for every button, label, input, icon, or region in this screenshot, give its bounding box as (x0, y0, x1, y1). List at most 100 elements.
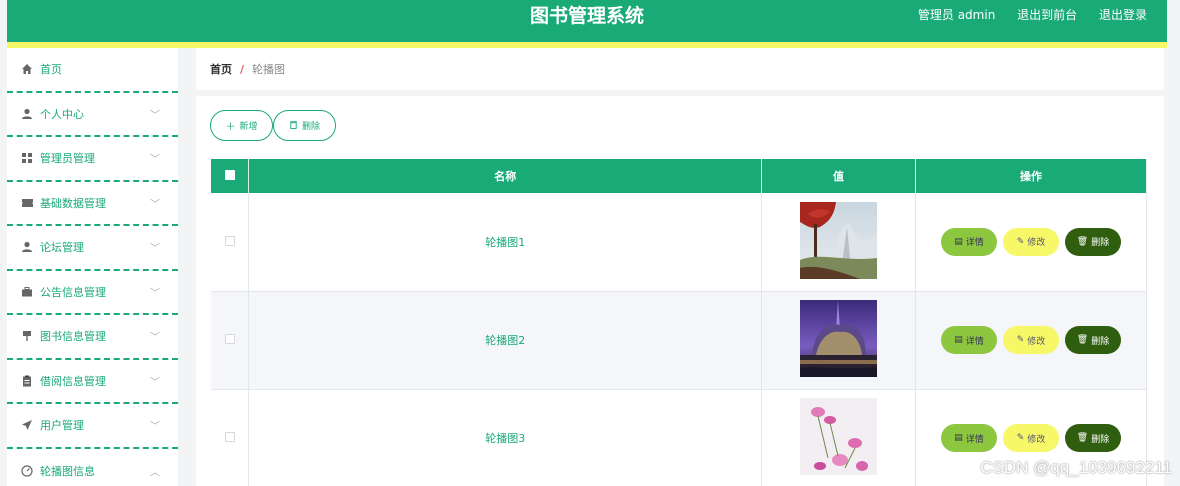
home-icon (20, 62, 34, 76)
row-select-cell (211, 389, 250, 486)
main-content: ＋ 新增 删除 名称 值 操作 轮播图1 ▤ 详情 ✎ 修改 🗑 删除 轮播图2… (196, 96, 1164, 486)
pencil-icon: ✎ (1016, 236, 1025, 247)
edit-button-label: 修改 (1027, 336, 1046, 347)
grid-icon (20, 151, 34, 165)
flag-icon (20, 329, 34, 343)
sidebar-item-borrow-info[interactable]: 借阅信息管理 ﹀ (7, 360, 178, 404)
breadcrumb-separator: / (240, 62, 245, 76)
sidebar-item-label: 图书信息管理 (40, 330, 106, 344)
detail-button-label: 详情 (965, 434, 984, 445)
chevron-down-icon: ﹀ (150, 332, 160, 344)
sidebar-item-label: 公告信息管理 (40, 285, 106, 299)
add-button-label: 新增 (239, 122, 258, 132)
sidebar-item-base-data[interactable]: 基础数据管理 ﹀ (7, 182, 178, 226)
pencil-icon: ✎ (1016, 335, 1025, 345)
name-column-header: 名称 (248, 159, 763, 193)
chevron-down-icon: ﹀ (150, 154, 160, 166)
chevron-down-icon: ﹀ (150, 110, 160, 122)
row-actions: ▤ 详情 ✎ 修改 🗑 删除 (916, 326, 1146, 354)
sidebar-item-label: 论坛管理 (40, 241, 84, 255)
sidebar-item-personal-center[interactable]: 个人中心 ﹀ (7, 93, 178, 137)
trash-icon: 🗑 (1076, 236, 1089, 247)
value-column-header: 值 (761, 159, 917, 193)
detail-button-label: 详情 (965, 238, 984, 249)
pink-flowers-image (800, 398, 878, 475)
sidebar-item-label: 用户管理 (40, 419, 84, 433)
logout-link[interactable]: 退出登录 (1099, 8, 1147, 22)
sidebar-item-label: 轮播图信息 (40, 464, 95, 478)
batch-delete-button[interactable]: 删除 (273, 110, 336, 141)
name-cell: 轮播图3 (248, 389, 763, 486)
breadcrumb: 首页 / 轮播图 (196, 48, 1164, 90)
detail-button-label: 详情 (965, 336, 984, 347)
row-checkbox[interactable] (224, 235, 235, 246)
select-all-cell (211, 159, 250, 193)
edit-button[interactable]: ✎ 修改 (1003, 326, 1059, 354)
sidebar-item-label: 首页 (40, 63, 62, 77)
chevron-down-icon: ﹀ (150, 421, 160, 433)
trash-icon: 🗑 (1076, 433, 1089, 443)
briefcase-icon (20, 285, 34, 299)
breadcrumb-home[interactable]: 首页 (210, 61, 232, 77)
delete-button[interactable]: 🗑 删除 (1065, 227, 1121, 256)
plus-icon: ＋ (225, 122, 236, 133)
value-cell (761, 193, 917, 292)
name-cell: 轮播图1 (248, 193, 763, 292)
chevron-down-icon: ﹀ (150, 377, 160, 389)
delete-button-label: 删除 (1091, 238, 1110, 249)
carousel-table: 名称 值 操作 轮播图1 ▤ 详情 ✎ 修改 🗑 删除 轮播图2 ▤ 详情 ✎ … (211, 159, 1147, 486)
exit-to-front-link[interactable]: 退出到前台 (1017, 8, 1077, 22)
sidebar-item-book-info[interactable]: 图书信息管理 ﹀ (7, 315, 178, 360)
name-cell: 轮播图2 (248, 291, 763, 390)
chevron-up-icon: ︿ (150, 467, 160, 479)
sidebar-item-notice[interactable]: 公告信息管理 ﹀ (7, 271, 178, 315)
breadcrumb-current: 轮播图 (252, 63, 286, 76)
value-cell (761, 291, 917, 390)
edit-button[interactable]: ✎ 修改 (1003, 424, 1059, 452)
doc-icon: ▤ (954, 433, 963, 443)
add-button[interactable]: ＋ 新增 (210, 110, 273, 141)
send-icon (20, 418, 34, 432)
delete-button-label: 删除 (1091, 434, 1110, 445)
actions-column-header: 操作 (915, 159, 1147, 193)
row-checkbox[interactable] (224, 432, 235, 442)
night-building-image (800, 300, 878, 377)
chevron-down-icon: ﹀ (150, 243, 160, 255)
chevron-down-icon: ﹀ (150, 288, 160, 300)
edit-button-label: 修改 (1027, 238, 1046, 249)
red-tree-building-image (800, 201, 878, 279)
sidebar-item-label: 管理员管理 (40, 152, 95, 166)
admin-label[interactable]: 管理员 admin (918, 8, 995, 22)
gauge-icon (20, 464, 34, 478)
delete-button[interactable]: 🗑 删除 (1065, 424, 1121, 452)
delete-button-label: 删除 (1091, 336, 1110, 347)
detail-button[interactable]: ▤ 详情 (941, 424, 997, 452)
edit-button-label: 修改 (1027, 434, 1046, 445)
select-all-checkbox[interactable] (224, 169, 235, 180)
sidebar-item-label: 借阅信息管理 (40, 374, 106, 388)
delete-button[interactable]: 🗑 删除 (1065, 326, 1121, 354)
detail-button[interactable]: ▤ 详情 (941, 326, 997, 354)
sidebar-item-user-management[interactable]: 用户管理 ﹀ (7, 404, 178, 449)
row-select-cell (211, 193, 250, 292)
pencil-icon: ✎ (1016, 433, 1025, 443)
actions-cell: ▤ 详情 ✎ 修改 🗑 删除 (915, 193, 1147, 292)
row-checkbox[interactable] (224, 334, 235, 344)
user-icon (20, 107, 34, 121)
table-header-row: 名称 值 操作 (211, 159, 1147, 193)
table-row: 轮播图2 ▤ 详情 ✎ 修改 🗑 删除 (211, 291, 1147, 390)
trash-icon (289, 120, 298, 132)
edit-button[interactable]: ✎ 修改 (1003, 227, 1059, 256)
chevron-down-icon: ﹀ (150, 199, 160, 211)
sidebar-item-home[interactable]: 首页 (7, 48, 178, 93)
sidebar-item-carousel[interactable]: 轮播图信息 ︿ (7, 449, 178, 486)
delete-button-label: 删除 (301, 122, 320, 132)
sidebar-item-admin-management[interactable]: 管理员管理 ﹀ (7, 137, 178, 182)
detail-button[interactable]: ▤ 详情 (941, 227, 997, 256)
sidebar-item-forum[interactable]: 论坛管理 ﹀ (7, 226, 178, 271)
row-select-cell (211, 291, 250, 390)
sidebar: 首页 个人中心 ﹀ 管理员管理 ﹀ 基础数据管理 ﹀ 论坛管理 ﹀ 公告信息管理… (7, 48, 178, 486)
row-actions: ▤ 详情 ✎ 修改 🗑 删除 (916, 227, 1146, 256)
sidebar-item-label: 基础数据管理 (40, 196, 106, 210)
clipboard-icon (20, 374, 34, 388)
